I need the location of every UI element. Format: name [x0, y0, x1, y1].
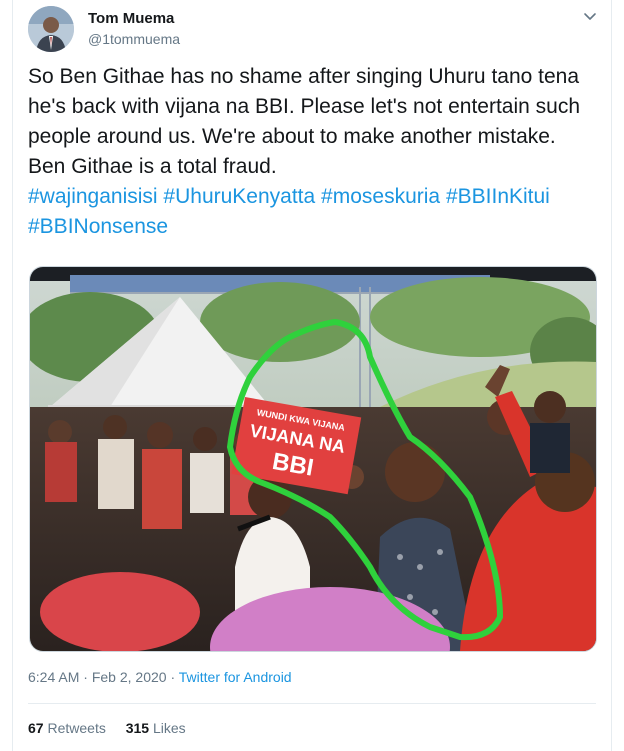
tweet-time[interactable]: 6:24 AM: [28, 669, 79, 685]
hashtag[interactable]: #UhuruKenyatta: [163, 185, 315, 208]
divider: [28, 703, 596, 704]
tweet-meta: 6:24 AM · Feb 2, 2020 · Twitter for Andr…: [28, 669, 292, 685]
retweets-label: Retweets: [47, 720, 106, 736]
tweet-source-link[interactable]: Twitter for Android: [179, 669, 292, 685]
hashtag[interactable]: #BBIInKitui: [446, 185, 550, 208]
tweet-photo[interactable]: WUNDI KWA VIJANA VIJANA NA BBI: [29, 266, 597, 652]
tweet-card: Tom Muema @1tommuema So Ben Githae has n…: [12, 0, 612, 751]
author-names: Tom Muema @1tommuema: [88, 10, 180, 48]
likes-stat[interactable]: 315 Likes: [126, 720, 186, 736]
tweet-body: So Ben Githae has no shame after singing…: [28, 65, 580, 178]
meta-separator: ·: [170, 669, 176, 685]
tweet-text: So Ben Githae has no shame after singing…: [28, 62, 598, 242]
event-photo: WUNDI KWA VIJANA VIJANA NA BBI: [30, 267, 596, 651]
hashtag[interactable]: #moseskuria: [321, 185, 440, 208]
hashtag[interactable]: #BBINonsense: [28, 215, 168, 238]
chevron-down-icon[interactable]: [582, 8, 598, 24]
handle[interactable]: @1tommuema: [88, 30, 180, 48]
likes-count: 315: [125, 720, 150, 736]
retweets-stat[interactable]: 67 Retweets: [28, 720, 110, 736]
likes-label: Likes: [152, 720, 186, 736]
display-name[interactable]: Tom Muema: [88, 10, 180, 28]
tweet-header: Tom Muema @1tommuema: [28, 6, 598, 52]
retweets-count: 67: [28, 720, 44, 736]
hashtag[interactable]: #wajinganisisi: [28, 185, 158, 208]
tweet-date[interactable]: Feb 2, 2020: [92, 669, 167, 685]
meta-separator: ·: [83, 669, 88, 685]
avatar[interactable]: [28, 6, 74, 52]
tweet-stats: 67 Retweets 315 Likes: [28, 720, 202, 736]
